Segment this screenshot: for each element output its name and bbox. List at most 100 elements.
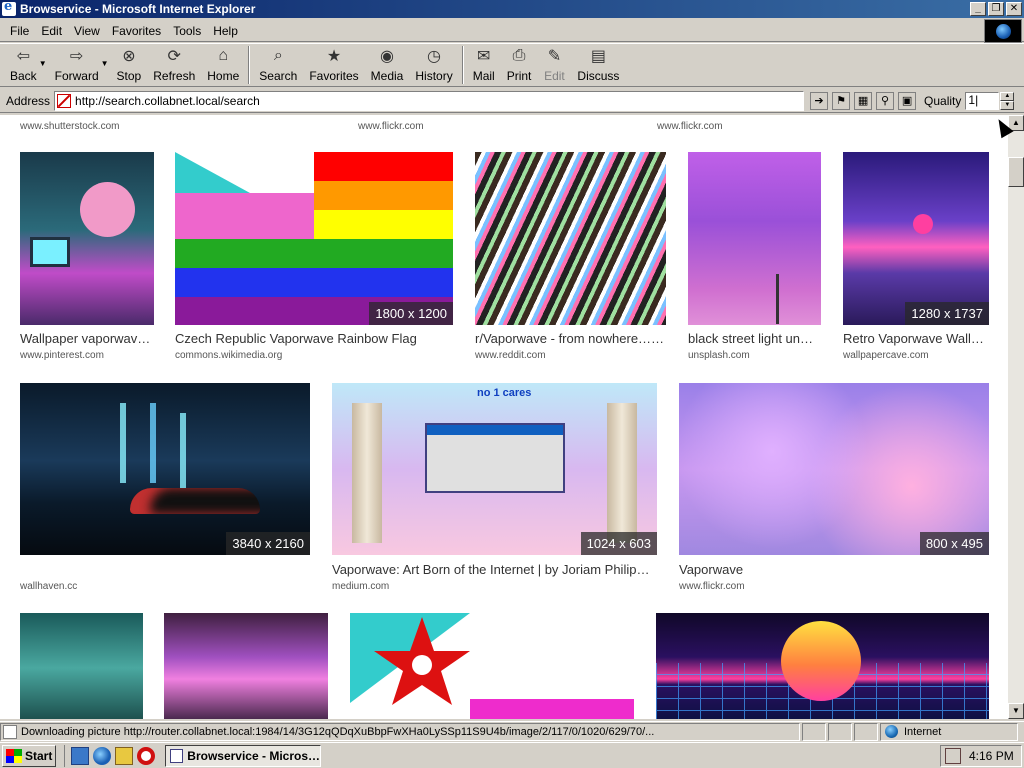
restore-button[interactable]: ❐ <box>988 2 1004 16</box>
result-title[interactable]: black street light un… <box>688 331 821 346</box>
mail-button[interactable]: ✉ Mail <box>467 44 501 86</box>
result-title[interactable]: Czech Republic Vaporwave Rainbow Flag <box>175 331 453 346</box>
result-thumbnail[interactable] <box>475 152 666 325</box>
discuss-button[interactable]: ▤ Discuss <box>571 44 625 86</box>
taskbar-window-button[interactable]: Browservice - Micros… <box>165 744 321 767</box>
address-url[interactable]: http://search.collabnet.local/search <box>75 94 260 108</box>
source-label[interactable]: www.shutterstock.com <box>20 121 119 132</box>
image-dimensions-badge: 1280 x 1737 <box>905 302 989 325</box>
windows-logo-icon <box>6 748 22 763</box>
result-thumbnail[interactable]: 3840 x 2160 <box>20 383 310 555</box>
result-thumbnail[interactable] <box>20 613 143 719</box>
spinner-up-icon[interactable]: ▲ <box>1000 91 1015 101</box>
forward-button[interactable]: ⇨ Forward <box>49 44 105 86</box>
binoculars-icon[interactable]: ⚲ <box>876 91 895 110</box>
result-thumbnail[interactable] <box>688 152 821 325</box>
bookmark-icon[interactable]: ⚑ <box>832 91 851 110</box>
result-source[interactable]: wallhaven.cc <box>20 581 77 592</box>
find-icon[interactable]: ▦ <box>854 91 873 110</box>
quality-label: Quality <box>924 93 962 108</box>
broken-page-icon <box>57 93 72 108</box>
media-button[interactable]: ◉ Media <box>365 44 410 86</box>
result-thumbnail[interactable]: 800 x 495 <box>679 383 989 555</box>
result-source[interactable]: unsplash.com <box>688 350 750 361</box>
menu-view[interactable]: View <box>68 24 106 38</box>
result-source[interactable]: wallpapercave.com <box>843 350 929 361</box>
address-label: Address <box>6 93 51 108</box>
result-thumbnail[interactable] <box>350 613 634 719</box>
result-title[interactable]: Wallpaper vaporwav… <box>20 331 154 346</box>
internet-explorer-icon[interactable] <box>93 746 111 765</box>
ie-throbber-logo <box>984 19 1022 43</box>
result-source[interactable]: commons.wikimedia.org <box>175 350 282 361</box>
result-thumbnail[interactable] <box>656 613 989 719</box>
go-arrow-icon[interactable]: ➔ <box>810 91 829 110</box>
home-icon: ⌂ <box>218 47 229 64</box>
close-button[interactable]: ✕ <box>1006 2 1022 16</box>
result-thumbnail[interactable]: no 1 cares 1024 x 603 <box>332 383 657 555</box>
clock[interactable]: 4:16 PM <box>969 749 1014 763</box>
page-content[interactable]: www.shutterstock.com www.flickr.com www.… <box>0 115 1008 719</box>
toolbar: ⇦ Back ▼ ⇨ Forward ▼ ⊗ Stop ⟳ Refresh ⌂ Home … <box>0 43 1024 87</box>
spinner-down-icon[interactable]: ▼ <box>1000 100 1015 110</box>
menu-file[interactable]: File <box>4 24 35 38</box>
back-button[interactable]: ⇦ Back <box>4 44 43 86</box>
status-bar: Downloading picture http://router.collab… <box>0 721 1024 741</box>
minimize-button[interactable]: _ <box>970 2 986 16</box>
search-icon: ⌕ <box>273 47 283 64</box>
result-source[interactable]: www.pinterest.com <box>20 350 104 361</box>
opera-icon[interactable] <box>137 746 155 765</box>
greek-column-image <box>607 403 637 543</box>
media-icon: ◉ <box>380 48 394 65</box>
back-arrow-icon: ⇦ <box>16 48 31 65</box>
menu-tools[interactable]: Tools <box>167 24 207 38</box>
start-button[interactable]: Start <box>2 744 56 767</box>
result-title[interactable]: Vaporwave <box>679 562 989 577</box>
channels-icon[interactable] <box>115 746 133 765</box>
star-flag-image <box>350 613 634 719</box>
scroll-thumb[interactable] <box>1008 157 1024 187</box>
vertical-scrollbar[interactable]: ▲ ▼ <box>1008 115 1024 719</box>
result-thumbnail[interactable] <box>20 152 154 325</box>
refresh-button[interactable]: ⟳ Refresh <box>147 44 201 86</box>
globe-icon <box>885 725 898 738</box>
print-button[interactable]: ⎙ Print <box>501 44 538 86</box>
window-title: Browservice - Microsoft Internet Explore… <box>20 2 256 16</box>
result-source[interactable]: www.flickr.com <box>679 581 745 592</box>
result-source[interactable]: www.reddit.com <box>475 350 546 361</box>
result-thumbnail[interactable]: 1280 x 1737 <box>843 152 989 325</box>
show-desktop-icon[interactable] <box>71 746 89 765</box>
address-tools: ➔ ⚑ ▦ ⚲ ▣ <box>810 91 917 110</box>
quality-spinner[interactable]: ▲ ▼ <box>1000 91 1015 110</box>
menu-favorites[interactable]: Favorites <box>106 24 167 38</box>
result-thumbnail[interactable]: 1800 x 1200 <box>175 152 453 325</box>
taskbar: Start Browservice - Micros… 4:16 PM <box>0 742 1024 768</box>
menu-edit[interactable]: Edit <box>35 24 68 38</box>
favorites-button[interactable]: ★ Favorites <box>303 44 364 86</box>
mail-icon: ✉ <box>477 48 491 65</box>
printer-icon: ⎙ <box>512 47 526 64</box>
address-input[interactable]: http://search.collabnet.local/search <box>54 90 805 111</box>
clipboard-icon[interactable]: ▣ <box>898 91 917 110</box>
source-label[interactable]: www.flickr.com <box>358 121 424 132</box>
back-dropdown-icon[interactable]: ▼ <box>39 59 47 68</box>
tray-app-icon[interactable] <box>945 748 961 764</box>
search-button[interactable]: ⌕ Search <box>253 44 303 86</box>
greek-column-image <box>352 403 382 543</box>
ie-app-icon[interactable] <box>2 0 16 16</box>
edit-button[interactable]: ✎ Edit <box>537 44 571 86</box>
menu-help[interactable]: Help <box>207 24 244 38</box>
home-button[interactable]: ⌂ Home <box>201 44 245 86</box>
quality-input[interactable]: 1| <box>965 91 1000 110</box>
result-title[interactable]: Retro Vaporwave Wall… <box>843 331 989 346</box>
scroll-down-icon[interactable]: ▼ <box>1008 703 1024 719</box>
history-button[interactable]: ◷ History <box>409 44 458 86</box>
result-title[interactable]: r/Vaporwave - from nowhere…,… <box>475 331 666 346</box>
result-title[interactable]: Vaporwave: Art Born of the Internet | by… <box>332 562 657 577</box>
stop-button[interactable]: ⊗ Stop <box>111 44 148 86</box>
source-label[interactable]: www.flickr.com <box>657 121 723 132</box>
forward-dropdown-icon[interactable]: ▼ <box>101 59 109 68</box>
discuss-icon: ▤ <box>590 48 606 65</box>
result-thumbnail[interactable] <box>164 613 328 719</box>
result-source[interactable]: medium.com <box>332 581 389 592</box>
